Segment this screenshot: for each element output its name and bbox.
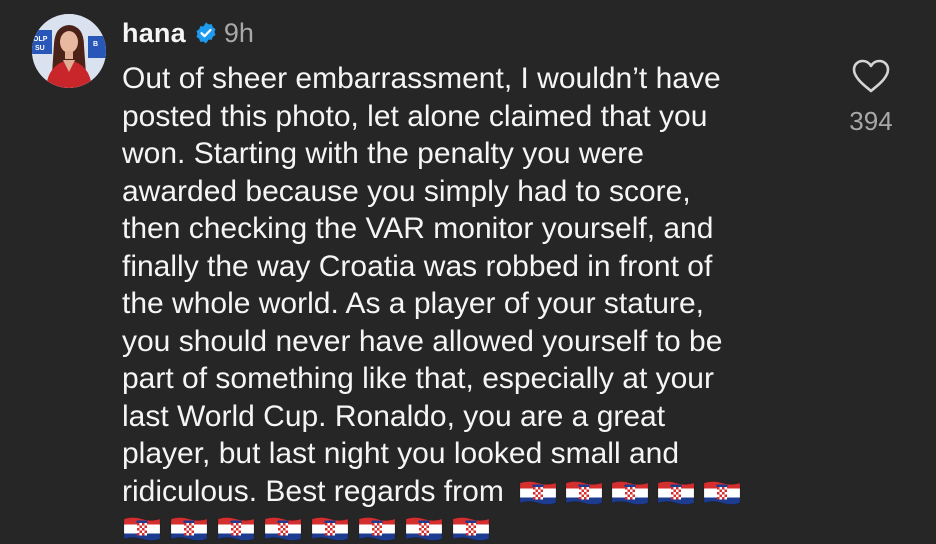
croatia-flag-emoji: [123, 516, 161, 541]
comment-line: awarded because you simply had to score,: [122, 174, 691, 208]
comment: OLP SU B hana 9h Out of sheer embarrassm…: [0, 0, 936, 544]
croatia-flag-emoji: [565, 480, 603, 505]
comment-line: Out of sheer embarrassment, I wouldn’t h…: [122, 62, 721, 95]
croatia-flag-emoji: [611, 480, 649, 505]
flag-group-line: [122, 510, 812, 544]
comment-line: part of something like that, especially …: [122, 362, 714, 395]
avatar-badge-text: OLP: [33, 36, 48, 43]
comment-line: you should never have allowed yourself t…: [122, 324, 723, 358]
heart-outline-icon[interactable]: [851, 58, 891, 94]
flag-group-inline: [512, 475, 742, 508]
verified-badge-icon: [196, 22, 216, 44]
comment-line: finally the way Croatia was robbed in fr…: [122, 249, 713, 283]
avatar-badge-text-2: SU: [35, 45, 45, 52]
comment-text: Out of sheer embarrassment, I wouldn’t h…: [122, 60, 812, 544]
comment-line: won. Starting with the penalty you were: [122, 137, 644, 170]
comment-line: last World Cup. Ronaldo, you are a great: [122, 399, 666, 433]
croatia-flag-emoji: [519, 480, 557, 505]
croatia-flag-emoji: [452, 516, 490, 541]
like-count: 394: [849, 106, 893, 136]
like-area: 394: [843, 58, 899, 137]
croatia-flag-emoji: [358, 516, 396, 541]
comment-line: player, but last night you looked small …: [122, 437, 680, 470]
comment-header: hana 9h: [122, 16, 254, 50]
comment-line: then checking the VAR monitor yourself, …: [122, 212, 714, 245]
comment-line-with-flags: ridiculous. Best regards from: [122, 473, 812, 511]
comment-line: posted this photo, let alone claimed tha…: [122, 99, 708, 133]
croatia-flag-emoji: [217, 516, 255, 541]
croatia-flag-emoji: [657, 480, 695, 505]
avatar-image: OLP SU B: [32, 14, 106, 88]
croatia-flag-emoji: [264, 516, 302, 541]
comment-line: ridiculous. Best regards from: [122, 474, 504, 508]
croatia-flag-emoji: [170, 516, 208, 541]
timestamp: 9h: [223, 17, 254, 48]
comment-line: the whole world. As a player of your sta…: [122, 287, 704, 320]
avatar-badge-text-3: B: [93, 41, 98, 48]
croatia-flag-emoji: [405, 516, 443, 541]
croatia-flag-emoji: [703, 480, 741, 505]
avatar[interactable]: OLP SU B: [32, 14, 106, 88]
username[interactable]: hana: [122, 18, 186, 49]
croatia-flag-emoji: [311, 516, 349, 541]
